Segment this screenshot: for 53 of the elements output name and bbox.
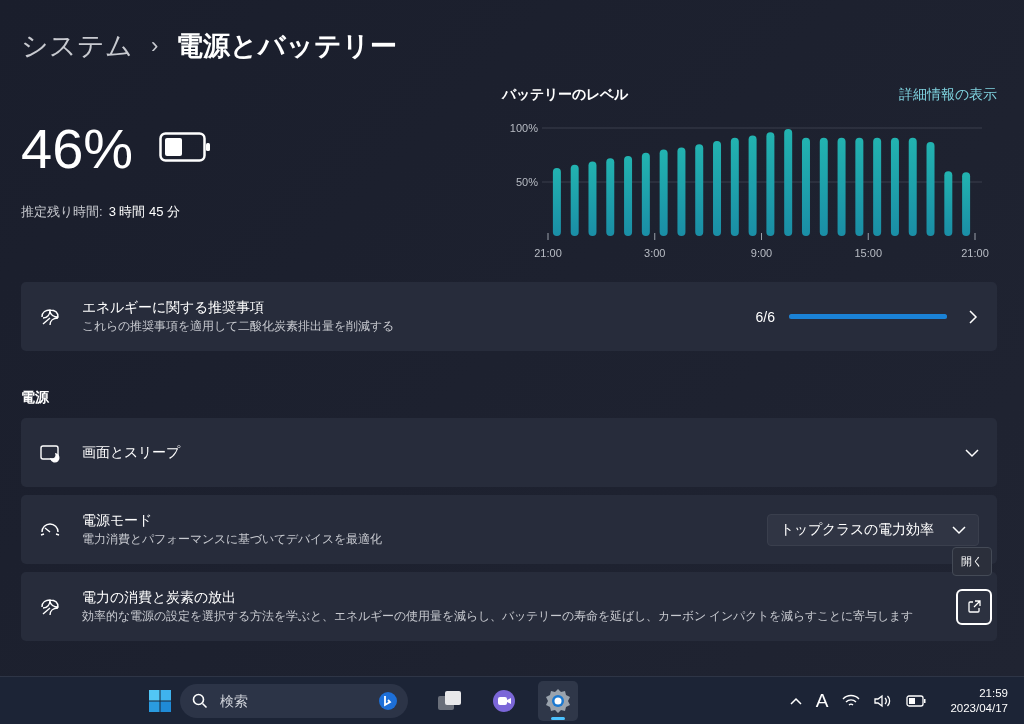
y-axis-label: 50%: [515, 176, 538, 188]
bing-icon: [378, 690, 398, 711]
external-link-icon: [967, 599, 981, 614]
link-card[interactable]: 電力の消費と炭素の放出 効率的な電源の設定を選択する方法を学ぶと、エネルギーの使用量を減らし、バッテリーの寿命を延ばし、カーボン インパクトを減らすことに寄与します: [21, 572, 997, 641]
chart-bar: [944, 171, 953, 236]
x-axis-label: 9:00: [750, 247, 773, 259]
task-view-icon: [437, 688, 463, 713]
details-link[interactable]: 詳細情報の表示: [899, 86, 997, 104]
search-bar[interactable]: 検索: [180, 683, 408, 718]
estimate-value: 3 時間 45 分: [108, 203, 181, 221]
card-subtitle: 効率的な電源の設定を選択する方法を学ぶと、エネルギーの使用量を減らし、バッテリーの寿命を延ばし、カーボン インパクトを減らすことに寄与します: [82, 609, 915, 624]
search-input[interactable]: 検索: [218, 691, 368, 710]
power-mode-dropdown[interactable]: トップクラスの電力効率: [767, 513, 979, 546]
ime-indicator[interactable]: A: [815, 689, 829, 712]
search-icon: [192, 692, 208, 709]
battery-percent: 46%: [21, 116, 134, 181]
chevron-right-icon: [967, 309, 979, 324]
breadcrumb-link[interactable]: システム: [21, 28, 133, 64]
chart-bar: [552, 167, 561, 236]
card-subtitle: これらの推奨事項を適用して二酸化炭素排出量を削減する: [82, 319, 395, 334]
taskbar-app[interactable]: [538, 680, 578, 721]
section-title: 電源: [21, 389, 50, 407]
estimate-label: 推定残り時間:: [21, 203, 103, 221]
card-title: 電源モード: [82, 512, 153, 530]
chevron-down-icon: [952, 524, 966, 535]
open-external-button[interactable]: [956, 588, 992, 625]
video-chat-icon: [492, 688, 516, 713]
recommendation-card[interactable]: エネルギーに関する推奨事項 これらの推奨事項を適用して二酸化炭素排出量を削減する 6/6: [21, 282, 997, 351]
breadcrumb-separator: ›: [151, 33, 159, 59]
x-axis-label: 21:00: [534, 247, 562, 259]
expander-card[interactable]: 画面とスリープ: [21, 418, 997, 487]
x-axis-label: 3:00: [644, 247, 666, 259]
progress-count: 6/6: [755, 308, 775, 325]
x-axis-label: 21:00: [961, 247, 989, 259]
tooltip: 開く: [952, 547, 992, 576]
chart-bar: [962, 172, 971, 236]
card-subtitle: 電力消費とパフォーマンスに基づいてデバイスを最適化: [82, 532, 383, 547]
clock-time: 21:59: [979, 687, 1008, 699]
x-axis-label: 15:00: [854, 247, 882, 259]
card-title: エネルギーに関する推奨事項: [82, 299, 265, 317]
y-axis-label: 100%: [509, 122, 538, 134]
start-icon: [148, 688, 172, 713]
chart-title: バッテリーのレベル: [502, 86, 628, 104]
chart-bar: [570, 164, 579, 236]
card-title: 電力の消費と炭素の放出: [82, 589, 237, 607]
volume-icon: [874, 693, 893, 708]
battery-icon: [906, 694, 927, 707]
clock-date: 2023/04/17: [950, 702, 1008, 714]
wifi-icon: [842, 693, 861, 708]
page-title: 電源とバッテリー: [176, 30, 398, 63]
gear-icon: [545, 687, 571, 714]
chevron-up-icon: [789, 696, 802, 705]
card-title: 画面とスリープ: [82, 443, 182, 462]
